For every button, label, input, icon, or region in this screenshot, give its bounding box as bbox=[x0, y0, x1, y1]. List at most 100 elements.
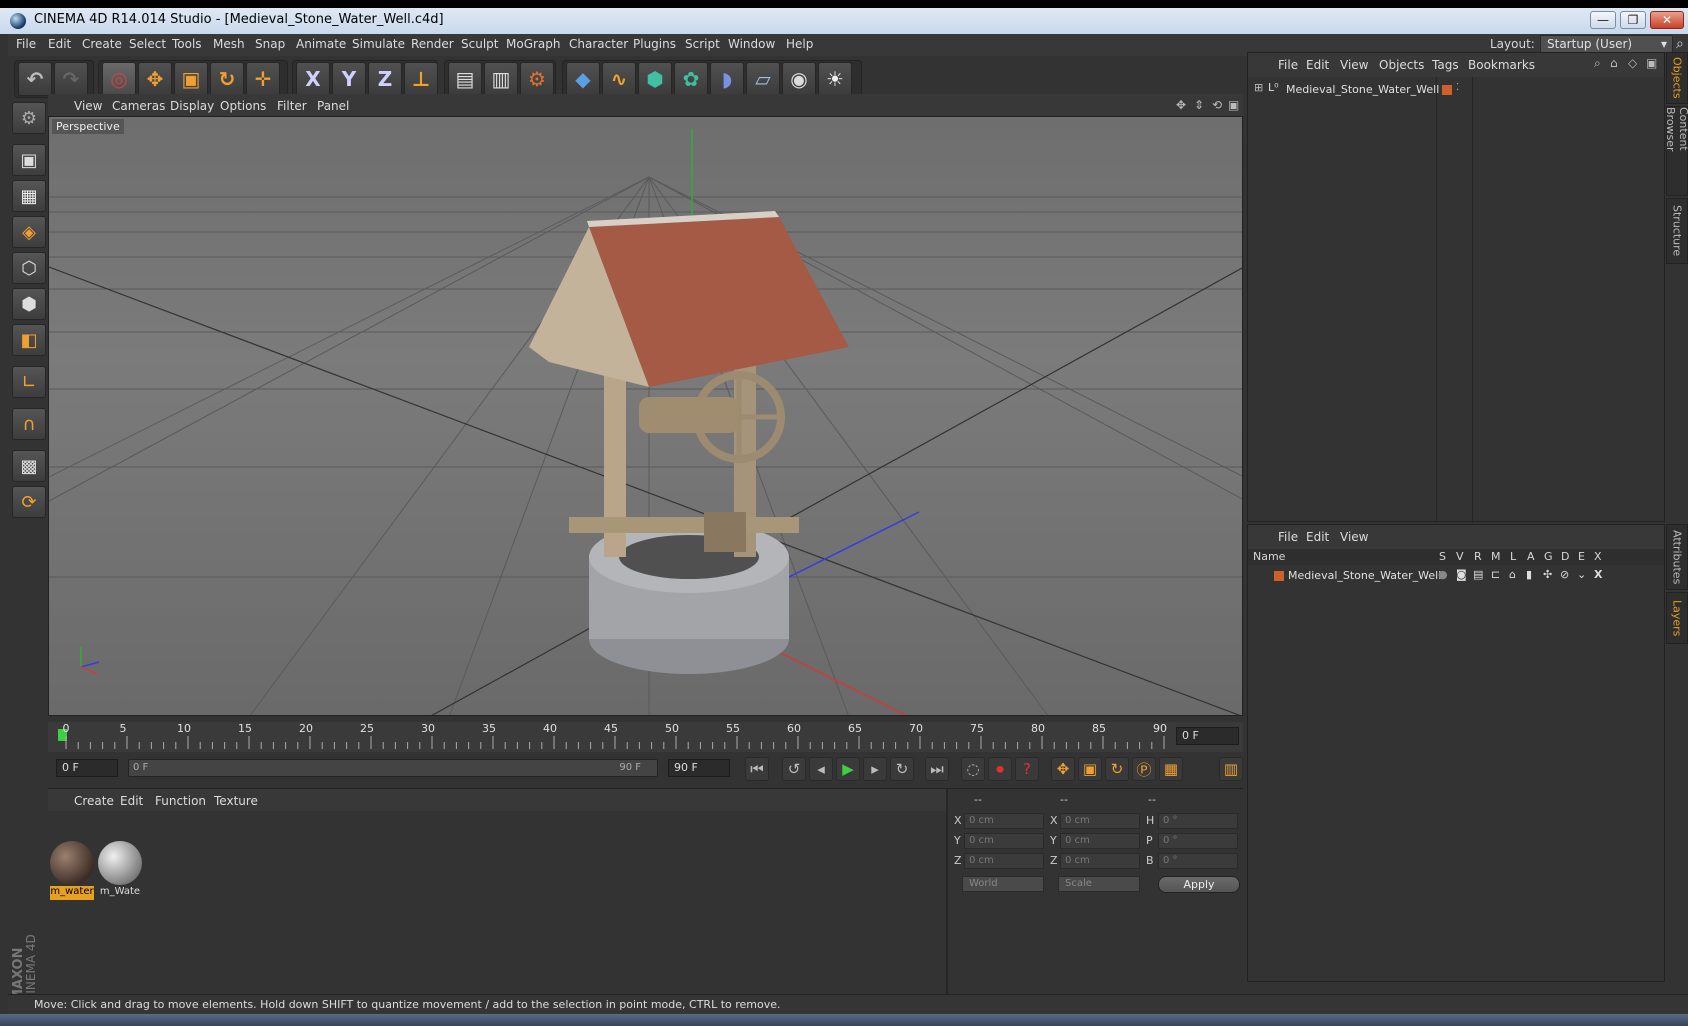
layout-dropdown[interactable]: Startup (User) bbox=[1540, 35, 1673, 53]
menu-render[interactable]: Render bbox=[411, 37, 454, 51]
locked-workplane-icon[interactable]: ⟳ bbox=[12, 486, 46, 518]
render-picture-viewer-icon[interactable]: ▥ bbox=[484, 62, 518, 96]
frame-range-slider[interactable]: 0 F 90 F bbox=[128, 759, 658, 777]
tab-layers[interactable]: Layers bbox=[1666, 592, 1688, 644]
previous-key-icon[interactable]: ↺ bbox=[782, 757, 806, 781]
next-key-icon[interactable]: ↻ bbox=[890, 757, 914, 781]
objects-menu-view[interactable]: View bbox=[1340, 58, 1368, 72]
solo-toggle-icon[interactable]: ● bbox=[1438, 568, 1448, 581]
snap-magnet-icon[interactable]: ∩ bbox=[12, 408, 46, 440]
view-toggle-icon[interactable]: ◙ bbox=[1456, 568, 1467, 581]
light-icon[interactable]: ☀ bbox=[818, 62, 852, 96]
menu-file[interactable]: File bbox=[16, 37, 36, 51]
home-icon[interactable]: ⌂ bbox=[1610, 56, 1618, 70]
column-xref[interactable]: X bbox=[1594, 550, 1602, 563]
material-menu-function[interactable]: Function bbox=[155, 794, 206, 808]
rotation-p-field[interactable]: 0 ° bbox=[1158, 833, 1238, 849]
play-icon[interactable]: ▶ bbox=[836, 757, 860, 781]
menu-simulate[interactable]: Simulate bbox=[352, 37, 405, 51]
visibility-dots-icon[interactable]: ⁚ bbox=[1456, 82, 1459, 93]
animation-toggle-icon[interactable]: ▮ bbox=[1526, 568, 1532, 581]
timeline-ruler[interactable]: 0 5 10 15 20 25 30 35 40 45 50 55 60 65 … bbox=[48, 722, 1243, 752]
coordinate-mode-dropdown[interactable]: World bbox=[962, 876, 1044, 892]
keyframe-selection-icon[interactable]: ? bbox=[1015, 757, 1039, 781]
menu-plugins[interactable]: Plugins bbox=[633, 37, 676, 51]
make-editable-icon[interactable]: ⚙ bbox=[12, 102, 46, 134]
column-view[interactable]: V bbox=[1456, 550, 1464, 563]
layers-menu-view[interactable]: View bbox=[1340, 530, 1368, 544]
key-scale-icon[interactable]: ▣ bbox=[1078, 757, 1102, 781]
expressions-toggle-icon[interactable]: ⌄ bbox=[1577, 568, 1586, 581]
column-generators[interactable]: G bbox=[1544, 550, 1553, 563]
material-thumbnail-water2[interactable] bbox=[98, 841, 142, 885]
live-selection-icon[interactable]: ◎ bbox=[102, 62, 136, 96]
expand-icon[interactable]: ⊞ bbox=[1254, 81, 1263, 94]
layer-color-swatch[interactable] bbox=[1274, 571, 1284, 581]
viewport-menu-view[interactable]: View bbox=[74, 99, 102, 113]
menu-mesh[interactable]: Mesh bbox=[213, 37, 245, 51]
y-axis-lock-button[interactable]: Y bbox=[332, 62, 366, 96]
menu-sculpt[interactable]: Sculpt bbox=[461, 37, 498, 51]
column-expressions[interactable]: E bbox=[1578, 550, 1585, 563]
record-keys-icon[interactable]: ◌ bbox=[961, 757, 985, 781]
layer-color-swatch[interactable] bbox=[1442, 85, 1452, 95]
camera-icon[interactable]: ◉ bbox=[782, 62, 816, 96]
viewport-menu-panel[interactable]: Panel bbox=[317, 99, 349, 113]
rotation-b-field[interactable]: 0 ° bbox=[1158, 853, 1238, 869]
layers-menu-file[interactable]: File bbox=[1278, 530, 1298, 544]
subdivision-surface-icon[interactable]: ⬢ bbox=[638, 62, 672, 96]
menu-mograph[interactable]: MoGraph bbox=[506, 37, 561, 51]
position-y-field[interactable]: 0 cm bbox=[964, 833, 1044, 849]
transform-tool-icon[interactable]: ✛ bbox=[246, 62, 280, 96]
points-mode-icon[interactable]: ⬡ bbox=[12, 252, 46, 284]
end-frame-field[interactable]: 90 F bbox=[668, 759, 730, 777]
axis-mode-icon[interactable]: ∟ bbox=[12, 366, 46, 398]
go-to-end-icon[interactable]: ⏭ bbox=[925, 757, 949, 781]
well-model[interactable] bbox=[529, 211, 849, 674]
size-y-field[interactable]: 0 cm bbox=[1060, 833, 1140, 849]
viewport-maximize-icon[interactable]: ▣ bbox=[1228, 98, 1239, 112]
generators-toggle-icon[interactable]: ✣ bbox=[1543, 568, 1552, 581]
search-icon[interactable]: ⌕ bbox=[1676, 36, 1684, 52]
objects-menu-tags[interactable]: Tags bbox=[1432, 58, 1459, 72]
column-animation[interactable]: A bbox=[1527, 550, 1535, 563]
menu-script[interactable]: Script bbox=[685, 37, 720, 51]
key-position-icon[interactable]: ✥ bbox=[1051, 757, 1075, 781]
viewport-rotate-icon[interactable]: ⟲ bbox=[1212, 98, 1222, 112]
deformer-icon[interactable]: ◗ bbox=[710, 62, 744, 96]
menu-tools[interactable]: Tools bbox=[172, 37, 202, 51]
next-frame-icon[interactable]: ▸ bbox=[863, 757, 887, 781]
model-mode-icon[interactable]: ▣ bbox=[12, 144, 46, 176]
material-menu-edit[interactable]: Edit bbox=[120, 794, 143, 808]
expand-icon[interactable]: ◇ bbox=[1628, 56, 1637, 70]
size-x-field[interactable]: 0 cm bbox=[1060, 813, 1140, 829]
manager-toggle-icon[interactable]: ⊏ bbox=[1491, 568, 1500, 581]
texture-mode-icon[interactable]: ▦ bbox=[12, 180, 46, 212]
position-x-field[interactable]: 0 cm bbox=[964, 813, 1044, 829]
3d-viewport[interactable]: Perspective bbox=[48, 116, 1243, 716]
maximize-button[interactable]: ❐ bbox=[1620, 11, 1646, 29]
layer-name[interactable]: Medieval_Stone_Water_Well bbox=[1288, 569, 1441, 582]
menu-window[interactable]: Window bbox=[728, 37, 775, 51]
viewport-menu-filter[interactable]: Filter bbox=[277, 99, 307, 113]
layer-row[interactable]: Medieval_Stone_Water_Well ● ◙ ▤ ⊏ ⌂ ▮ ✣ … bbox=[1248, 567, 1664, 585]
menu-help[interactable]: Help bbox=[786, 37, 813, 51]
material-menu-create[interactable]: Create bbox=[74, 794, 114, 808]
start-frame-field[interactable]: 0 F bbox=[56, 759, 118, 777]
search-icon[interactable]: ⌕ bbox=[1594, 56, 1601, 71]
polygons-mode-icon[interactable]: ◧ bbox=[12, 324, 46, 356]
apply-button[interactable]: Apply bbox=[1158, 876, 1240, 893]
column-lock[interactable]: L bbox=[1510, 550, 1516, 563]
viewport-pan-icon[interactable]: ✥ bbox=[1176, 98, 1186, 112]
rotate-tool-icon[interactable]: ↻ bbox=[210, 62, 244, 96]
redo-icon[interactable]: ↷ bbox=[54, 62, 88, 96]
viewport-menu-options[interactable]: Options bbox=[220, 99, 266, 113]
spline-pen-icon[interactable]: ∿ bbox=[602, 62, 636, 96]
tab-objects[interactable]: Objects bbox=[1666, 52, 1688, 104]
menu-snap[interactable]: Snap bbox=[255, 37, 285, 51]
new-window-icon[interactable]: ▣ bbox=[1646, 56, 1657, 70]
scale-tool-icon[interactable]: ▣ bbox=[174, 62, 208, 96]
size-z-field[interactable]: 0 cm bbox=[1060, 853, 1140, 869]
column-manager[interactable]: M bbox=[1491, 550, 1501, 563]
object-row[interactable]: ⊞ L⁰ Medieval_Stone_Water_Well bbox=[1252, 81, 1439, 99]
